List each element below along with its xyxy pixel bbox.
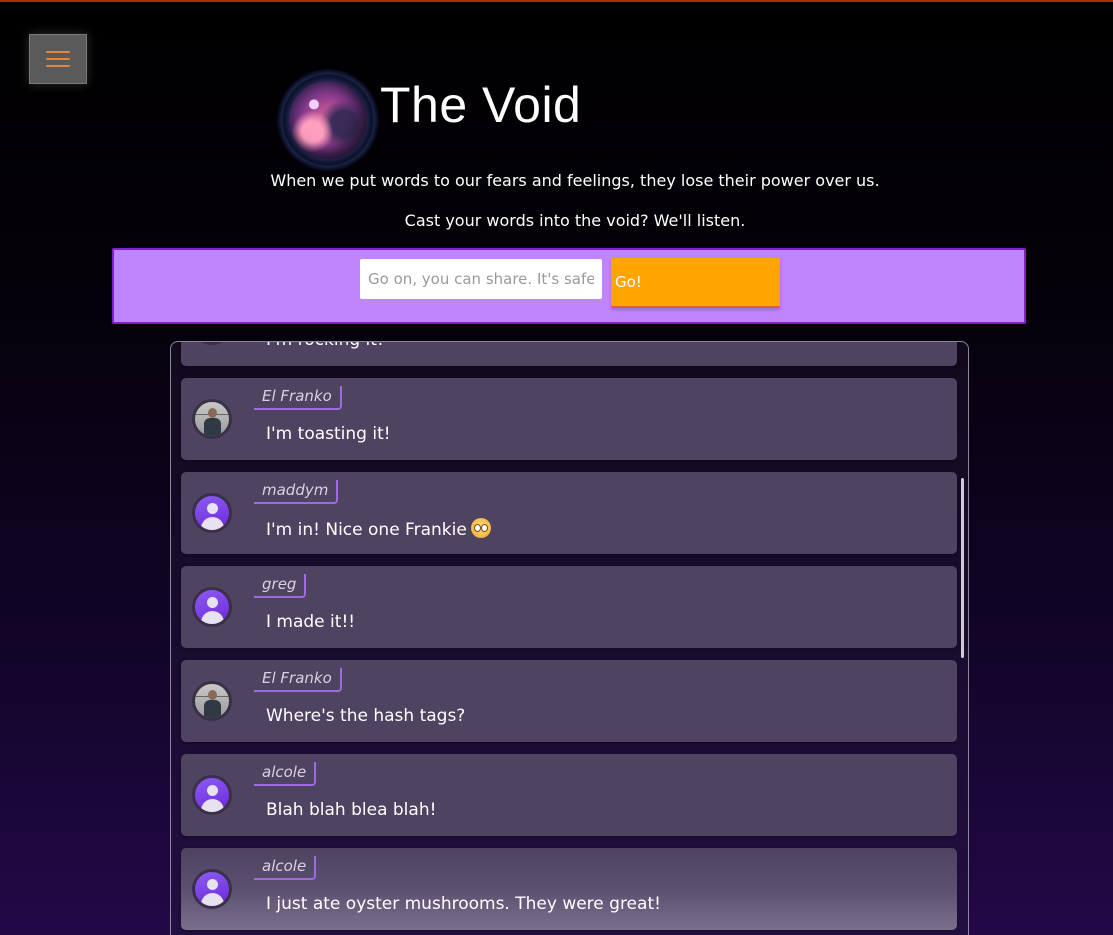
feed-scrollbar[interactable]	[961, 478, 964, 658]
hamburger-menu-button[interactable]	[29, 34, 87, 84]
default-avatar	[192, 587, 232, 627]
planet-image	[289, 81, 367, 159]
post-message: I'm rocking it!	[266, 342, 384, 350]
post-message: I just ate oyster mushrooms. They were g…	[266, 894, 661, 914]
photo-avatar	[192, 681, 232, 721]
photo-avatar	[192, 399, 232, 439]
post-author: alcole	[254, 762, 317, 786]
menu-icon-bar	[46, 65, 70, 67]
post-card: El Franko I'm toasting it!	[181, 378, 957, 460]
post-card: greg I made it!!	[181, 566, 957, 648]
post-author: alcole	[254, 856, 317, 880]
post-card: alcole Blah blah blea blah!	[181, 754, 957, 836]
post-card: maddym I'm in! Nice one Frankie	[181, 472, 957, 554]
post-author: maddym	[254, 480, 339, 504]
default-avatar	[192, 493, 232, 533]
menu-icon-bar	[46, 58, 70, 60]
post-card: I'm rocking it!	[181, 342, 957, 366]
default-avatar	[192, 869, 232, 909]
post-card: alcole I just ate oyster mushrooms. They…	[181, 848, 957, 930]
share-input[interactable]	[360, 259, 602, 299]
post-message-row: I'm in! Nice one Frankie	[266, 518, 491, 540]
post-card: El Franko Where's the hash tags?	[181, 660, 957, 742]
posts-feed[interactable]: I'm rocking it! El Franko I'm toasting i…	[170, 341, 969, 935]
post-author: greg	[254, 574, 307, 598]
photo-avatar	[192, 342, 232, 345]
void-planet-logo	[277, 69, 379, 171]
post-author: El Franko	[254, 386, 342, 410]
menu-icon	[46, 51, 70, 53]
post-message: I'm in! Nice one Frankie	[266, 520, 467, 540]
share-form: Go!	[112, 248, 1026, 324]
default-avatar	[192, 775, 232, 815]
post-message: I'm toasting it!	[266, 424, 391, 444]
tagline: When we put words to our fears and feeli…	[270, 171, 880, 190]
post-author: El Franko	[254, 668, 342, 692]
go-button[interactable]: Go!	[611, 258, 780, 308]
call-to-action-text: Cast your words into the void? We'll lis…	[404, 211, 746, 230]
post-message: Blah blah blea blah!	[266, 800, 437, 820]
post-message: Where's the hash tags?	[266, 706, 466, 726]
post-message: I made it!!	[266, 612, 356, 632]
flushed-face-emoji-icon	[470, 518, 491, 538]
page-title: The Void	[380, 77, 582, 133]
